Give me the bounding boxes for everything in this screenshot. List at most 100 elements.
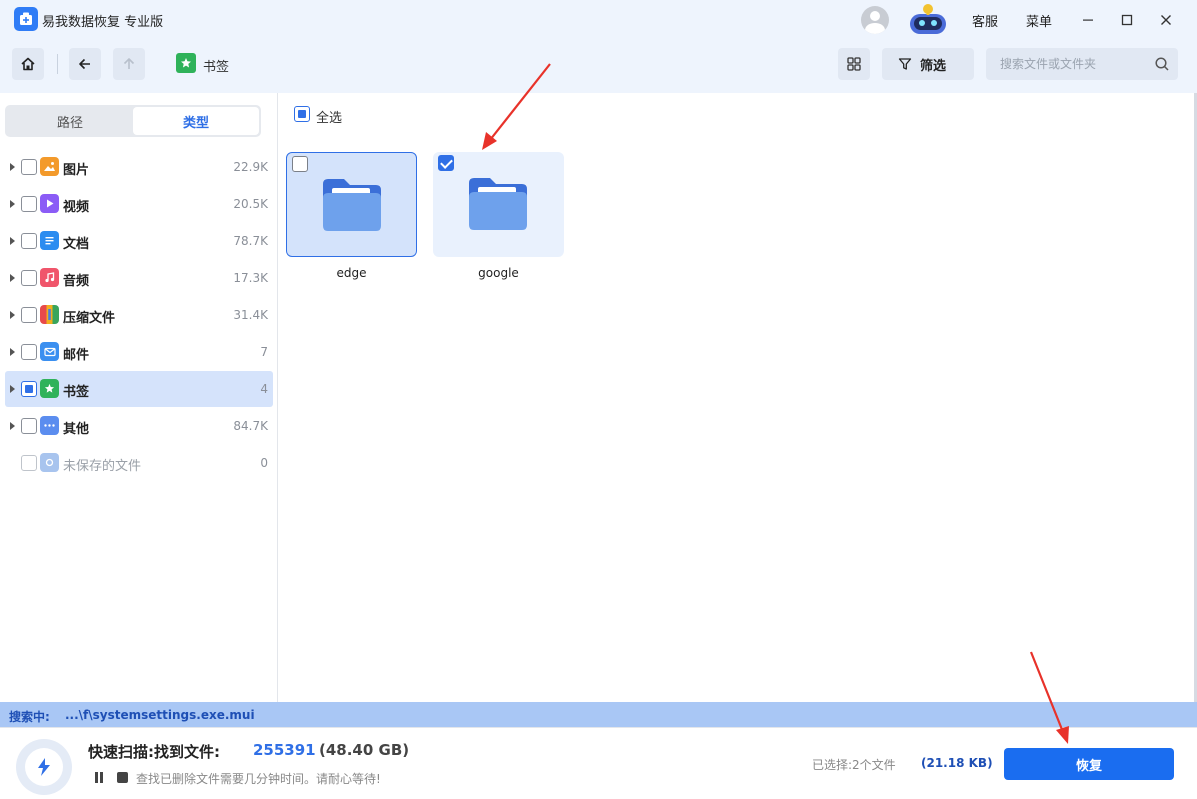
recover-button[interactable]: 恢复 [1004,748,1174,780]
image-icon [40,157,59,176]
user-avatar[interactable] [861,6,889,34]
category-label: 视频 [63,200,90,215]
close-icon[interactable] [1154,8,1178,32]
expand-arrow-icon[interactable] [10,348,15,356]
sidebar-item-bookmarks[interactable]: 书签 4 [5,371,273,407]
toolbar-divider [57,54,58,74]
title-bar: 易我数据恢复 专业版 客服 菜单 [0,0,1197,40]
music-icon [40,268,59,287]
category-label: 未保存的文件 [63,459,142,474]
category-label: 压缩文件 [63,311,116,326]
filter-icon [898,58,912,70]
folder-tile-google[interactable] [433,152,564,257]
category-label: 邮件 [63,348,90,363]
expand-arrow-icon[interactable] [10,422,15,430]
sidebar-item-videos[interactable]: 视频 20.5K [5,186,273,222]
sidebar-item-documents[interactable]: 文档 78.7K [5,223,273,259]
menu-link[interactable]: 菜单 [1026,11,1052,30]
bookmark-icon [176,53,196,73]
sidebar-item-images[interactable]: 图片 22.9K [5,149,273,185]
customer-service-link[interactable]: 客服 [972,11,998,30]
home-button[interactable] [12,48,44,80]
expand-arrow-icon[interactable] [10,237,15,245]
sidebar-item-mail[interactable]: 邮件 7 [5,334,273,370]
select-all-label: 全选 [316,111,343,126]
expand-arrow-icon[interactable] [10,200,15,208]
footer: 快速扫描:找到文件: 255391 (48.40 GB) 查找已删除文件需要几分… [0,727,1197,799]
status-label: 搜索中: [9,710,50,724]
breadcrumb: 书签 [203,60,230,75]
scan-title: 快速扫描:找到文件: [88,743,220,761]
view-mode-switch: 路径 类型 [5,105,261,137]
checkbox[interactable] [21,307,37,323]
pause-icon[interactable] [94,772,104,783]
tile-checkbox[interactable] [292,156,308,172]
arrow-left-icon [79,58,90,70]
search-box[interactable] [986,48,1178,80]
category-count: 4 [260,382,268,396]
sidebar-item-unsaved[interactable]: 未保存的文件 0 [5,445,273,481]
expand-arrow-icon[interactable] [10,274,15,282]
archive-icon [40,305,59,324]
assistant-robot-icon[interactable] [906,2,950,36]
toolbar: 书签 筛选 [0,40,1197,93]
category-count: 17.3K [233,271,268,285]
home-icon [21,57,35,71]
category-count: 22.9K [233,160,268,174]
filter-label: 筛选 [920,58,947,74]
checkbox[interactable] [21,196,37,212]
selected-size: (21.18 KB) [921,756,993,770]
category-label: 文档 [63,237,90,252]
expand-arrow-icon[interactable] [10,385,15,393]
tab-path[interactable]: 路径 [7,107,133,135]
grid-icon [847,57,861,71]
select-all-checkbox[interactable] [294,106,310,122]
up-button[interactable] [113,48,145,80]
app-logo-icon [14,7,38,31]
filter-button[interactable]: 筛选 [882,48,974,80]
category-count: 7 [260,345,268,359]
scan-total-size: (48.40 GB) [319,741,410,759]
checkbox[interactable] [21,455,37,471]
checkbox[interactable] [21,381,37,397]
sidebar-item-audio[interactable]: 音频 17.3K [5,260,273,296]
file-grid: 全选 edge google [278,93,1197,702]
document-icon [40,231,59,250]
folder-label: google [478,266,519,280]
maximize-icon[interactable] [1115,8,1139,32]
scan-progress-ring [16,739,72,795]
arrow-up-icon [123,58,135,69]
category-count: 84.7K [233,419,268,433]
sidebar-item-other[interactable]: 其他 84.7K [5,408,273,444]
checkbox[interactable] [21,418,37,434]
category-count: 78.7K [233,234,268,248]
selected-info: 已选择:2个文件 [812,758,896,772]
mail-icon [40,342,59,361]
checkbox[interactable] [21,270,37,286]
category-label: 音频 [63,274,90,289]
video-icon [40,194,59,213]
scan-status-bar: 搜索中: ...\f\systemsettings.exe.mui [0,702,1197,727]
category-label: 图片 [63,163,90,178]
sidebar-item-archives[interactable]: 压缩文件 31.4K [5,297,273,333]
checkbox[interactable] [21,159,37,175]
minimize-icon[interactable] [1076,8,1100,32]
sidebar: 路径 类型 图片 22.9K 视频 20.5K 文档 78.7K 音频 17.3… [0,93,278,702]
back-button[interactable] [69,48,101,80]
expand-arrow-icon[interactable] [10,163,15,171]
folder-tile-edge[interactable] [286,152,417,257]
tab-type[interactable]: 类型 [133,107,259,135]
bookmark-icon [40,379,59,398]
search-input[interactable] [986,48,1148,80]
expand-arrow-icon[interactable] [10,311,15,319]
stop-icon[interactable] [117,772,128,783]
view-toggle-button[interactable] [838,48,870,80]
checkbox[interactable] [21,344,37,360]
tile-checkbox[interactable] [438,155,454,171]
checkbox[interactable] [21,233,37,249]
category-count: 31.4K [233,308,268,322]
folder-icon [323,179,381,231]
search-icon[interactable] [1154,56,1170,72]
scan-file-count: 255391 [253,741,316,759]
unsaved-file-icon [40,453,59,472]
